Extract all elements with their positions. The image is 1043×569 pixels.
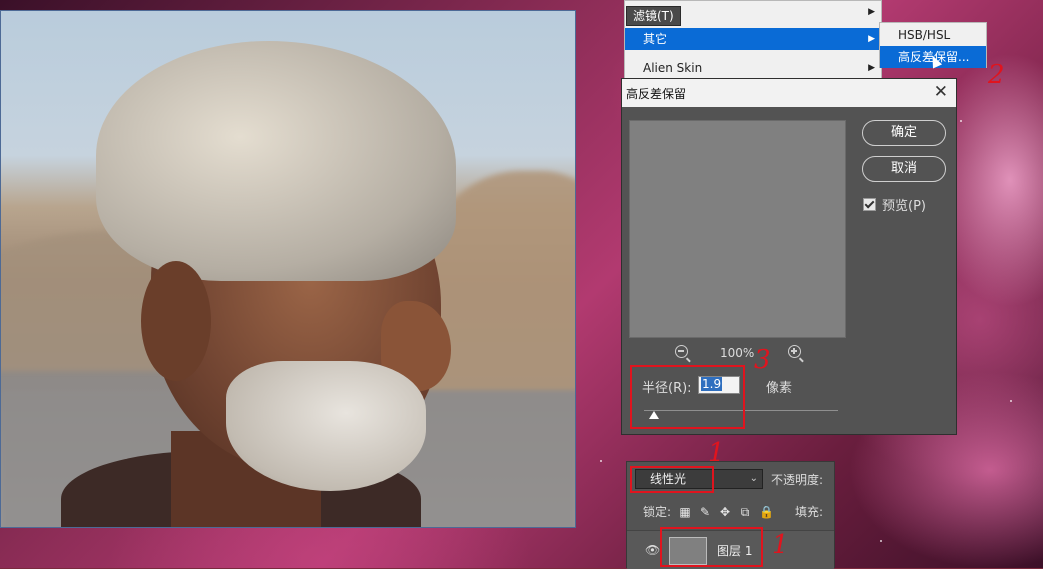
zoom-out-icon[interactable] — [675, 345, 691, 362]
submenu-arrow-icon: ▶ — [868, 7, 875, 17]
submenu-arrow-icon: ▶ — [868, 63, 875, 73]
lock-artboard-icon[interactable]: ⧉ — [739, 506, 751, 518]
portrait-hair — [96, 41, 456, 281]
annotation-box-layer — [660, 527, 763, 567]
star — [880, 540, 882, 542]
annotation-number: 1 — [708, 438, 725, 468]
preview-label: 预览(P) — [882, 199, 926, 214]
ok-button[interactable]: 确定 — [862, 120, 946, 146]
checkbox-icon[interactable] — [863, 198, 876, 211]
star — [600, 460, 602, 462]
zoom-in-icon[interactable] — [788, 345, 804, 362]
lock-transparency-icon[interactable]: ▦ — [679, 506, 691, 518]
preview-checkbox[interactable]: 预览(P) — [863, 195, 926, 214]
submenu-item-hsb-hsl[interactable]: HSB/HSL — [880, 24, 986, 46]
filter-menu-header[interactable]: 滤镜(T) — [626, 6, 681, 26]
cancel-button[interactable]: 取消 — [862, 156, 946, 182]
star — [1010, 400, 1012, 402]
submenu-arrow-icon: ▶ — [868, 34, 875, 44]
dialog-titlebar: 高反差保留 ✕ — [622, 79, 956, 107]
opacity-label: 不透明度: — [771, 473, 824, 487]
annotation-box-radius — [630, 365, 745, 429]
document-canvas-photo[interactable] — [0, 10, 576, 528]
chevron-down-icon: ⌄ — [749, 473, 758, 484]
lock-move-icon[interactable]: ✥ — [719, 506, 731, 518]
annotation-number: 1 — [772, 530, 789, 560]
zoom-level: 100% — [720, 346, 755, 360]
lock-all-icon[interactable]: 🔒 — [759, 506, 774, 518]
zoom-controls: 100% — [622, 345, 852, 365]
annotation-number: 2 — [988, 60, 1005, 90]
menu-item-other[interactable]: 其它 ▶ — [625, 28, 881, 50]
menu-item-alien-skin[interactable]: Alien Skin ▶ — [625, 57, 881, 79]
star — [960, 120, 962, 122]
annotation-box-blend-mode — [630, 466, 714, 493]
radius-unit: 像素 — [766, 381, 793, 396]
eye-icon[interactable]: 👁 — [645, 543, 660, 557]
annotation-number: 3 — [754, 345, 771, 375]
lock-label: 锁定: — [643, 505, 672, 519]
close-icon[interactable]: ✕ — [934, 82, 948, 102]
fill-label: 填充: — [795, 505, 824, 519]
portrait-ear — [141, 261, 211, 381]
dialog-title: 高反差保留 — [626, 87, 687, 101]
filter-preview[interactable] — [629, 120, 846, 338]
lock-row: 锁定: ▦ ✎ ✥ ⧉ 🔒 — [643, 503, 774, 520]
lock-brush-icon[interactable]: ✎ — [699, 506, 711, 518]
